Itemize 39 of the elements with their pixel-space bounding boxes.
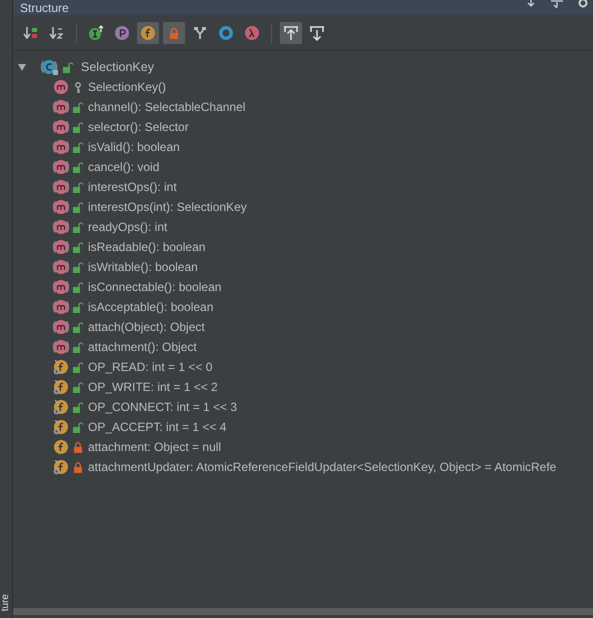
property-icon — [114, 24, 130, 40]
sort-by-visibility-icon — [23, 24, 39, 40]
tree-item[interactable]: attachmentUpdater: AtomicReferenceFieldUpdater<SelectionKey, Object> = AtomicRefe — [88, 458, 556, 476]
tool-window-tab[interactable]: ture — [1, 594, 11, 611]
collapse-all-icon[interactable] — [551, 0, 563, 8]
expanded-triangle-icon[interactable] — [17, 62, 27, 72]
tree-item[interactable]: selector(): Selector — [88, 118, 189, 136]
tree-item[interactable]: SelectionKey — [81, 58, 154, 76]
tree-item[interactable]: SelectionKey() — [88, 78, 166, 96]
lambda-icon — [244, 24, 260, 40]
tree-item[interactable]: cancel(): void — [88, 158, 160, 176]
tree-item[interactable]: isConnectable(): boolean — [88, 278, 222, 296]
arrow-up-to-bar-icon — [283, 24, 299, 40]
toolbar-button[interactable] — [280, 22, 302, 44]
tree-item[interactable]: channel(): SelectableChannel — [88, 98, 246, 116]
tree-item[interactable]: attachment(): Object — [88, 338, 197, 356]
tree-item[interactable]: isReadable(): boolean — [88, 238, 206, 256]
tree-item[interactable]: isWritable(): boolean — [88, 258, 198, 276]
inherited-icon — [88, 24, 104, 40]
tree-item[interactable]: OP_ACCEPT: int = 1 << 4 — [88, 418, 226, 436]
tree-item[interactable]: OP_READ: int = 1 << 0 — [88, 358, 212, 376]
tree-item[interactable]: interestOps(): int — [88, 178, 177, 196]
arrow-down-from-bar-icon — [309, 24, 325, 40]
tree-item[interactable]: interestOps(int): SelectionKey — [88, 198, 247, 216]
tree-item[interactable]: readyOps(): int — [88, 218, 168, 236]
sort-alpha-icon — [49, 24, 65, 40]
tree-item[interactable]: isAcceptable(): boolean — [88, 298, 214, 316]
tree-item[interactable]: attachment: Object = null — [88, 438, 222, 456]
field-icon — [140, 24, 156, 40]
settings-icon[interactable] — [577, 0, 589, 8]
hierarchy-icon — [192, 24, 208, 40]
tree-item[interactable]: attach(Object): Object — [88, 318, 205, 336]
horizontal-scrollbar[interactable] — [13, 608, 593, 615]
ring-icon — [218, 24, 234, 40]
tree-item[interactable]: isValid(): boolean — [88, 138, 180, 156]
window-title: Structure — [20, 2, 69, 14]
expand-all-icon[interactable] — [525, 0, 537, 8]
tree-item[interactable]: OP_CONNECT: int = 1 << 3 — [88, 398, 238, 416]
tree-item[interactable]: OP_WRITE: int = 1 << 2 — [88, 378, 218, 396]
